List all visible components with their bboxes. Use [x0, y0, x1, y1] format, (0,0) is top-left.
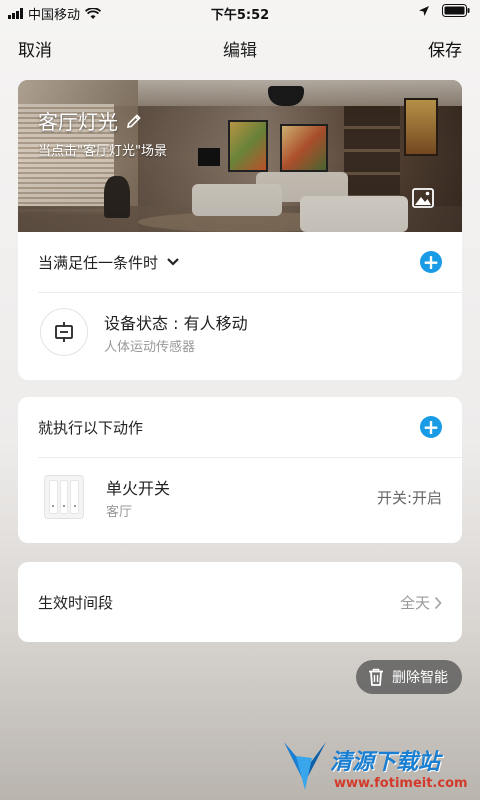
action-card: 就执行以下动作 + 单火开关 客厅 开关:开启	[18, 397, 462, 543]
condition-device-name: 人体运动传感器	[104, 340, 196, 355]
action-device-room: 客厅	[106, 505, 133, 520]
wall-switch-icon	[44, 475, 84, 519]
watermark-text: 清源下载站	[330, 750, 441, 775]
scene-name-label: 客厅灯光	[38, 110, 118, 134]
status-bar: 中国移动 下午5:52	[0, 0, 480, 24]
action-state: 开关:开启	[376, 489, 442, 507]
page-title: 编辑	[223, 41, 257, 61]
save-button[interactable]: 保存	[428, 36, 462, 61]
delete-automation-label: 删除智能	[392, 670, 448, 686]
watermark-logo	[284, 742, 326, 790]
delete-automation-button[interactable]: 删除智能	[356, 660, 462, 694]
time-period-value-label: 全天	[399, 594, 430, 612]
add-condition-button[interactable]: +	[420, 251, 442, 273]
condition-title: 设备状态 : 有人移动	[104, 314, 248, 333]
add-action-button[interactable]: +	[420, 416, 442, 438]
nav-bar: 取消 编辑 保存	[0, 30, 480, 62]
time-period-label: 生效时间段	[38, 594, 114, 612]
pencil-icon[interactable]	[126, 113, 142, 129]
chevron-right-icon	[434, 596, 442, 609]
chevron-down-icon[interactable]	[166, 257, 180, 267]
scene-name[interactable]: 客厅灯光	[38, 106, 142, 135]
condition-header-label: 当满足任一条件时	[38, 253, 159, 272]
change-image-icon[interactable]	[412, 188, 434, 208]
scene-cover-image: 客厅灯光 当点击"客厅灯光"场景	[18, 80, 462, 232]
scene-trigger-description: 当点击"客厅灯光"场景	[38, 144, 167, 159]
watermark: 清源下载站 www.fotimeit.com	[282, 738, 472, 796]
action-device-title: 单火开关	[106, 479, 171, 498]
motion-sensor-icon	[40, 308, 88, 356]
watermark-url: www.fotimeit.com	[334, 776, 468, 791]
divider	[38, 457, 462, 458]
action-header-label: 就执行以下动作	[38, 418, 144, 437]
battery-icon	[442, 4, 470, 17]
clock: 下午5:52	[210, 8, 270, 23]
condition-item[interactable]: 设备状态 : 有人移动 人体运动传感器	[18, 292, 462, 376]
time-period-value[interactable]: 全天	[400, 592, 442, 613]
time-period-card[interactable]: 生效时间段 全天	[18, 562, 462, 642]
scene-card: 客厅灯光 当点击"客厅灯光"场景 当满足任一条件时 + 设备状态: 有人移动 …	[18, 80, 462, 380]
action-item[interactable]: 单火开关 客厅 开关:开启	[18, 459, 462, 543]
condition-header[interactable]: 当满足任一条件时 +	[18, 232, 462, 292]
trash-icon	[369, 668, 383, 686]
location-icon	[419, 5, 429, 16]
action-header: 就执行以下动作 +	[18, 397, 462, 457]
